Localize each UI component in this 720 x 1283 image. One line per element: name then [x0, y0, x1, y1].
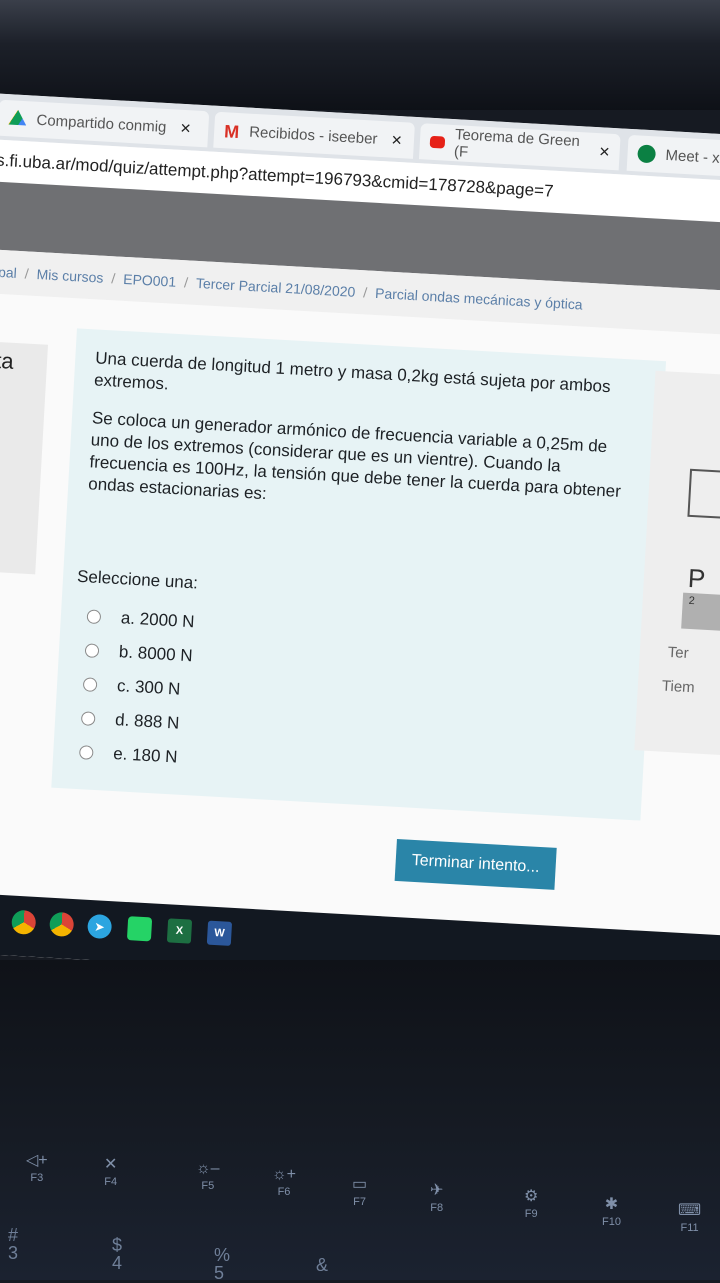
- monitor-bezel: [0, 0, 720, 110]
- breadcrumb-separator: /: [362, 284, 368, 301]
- key-number: 4: [112, 1253, 123, 1273]
- radio-button[interactable]: [84, 643, 100, 659]
- fkey-label: F9: [524, 1208, 538, 1220]
- key-f4: ✕ F4: [104, 1154, 117, 1188]
- excel-icon[interactable]: X: [166, 918, 193, 944]
- nav-card-label: Tiem: [661, 677, 696, 697]
- telegram-icon[interactable]: ➤: [86, 913, 113, 940]
- whatsapp-icon[interactable]: [126, 916, 153, 942]
- question-paragraph: Una cuerda de longitud 1 metro y masa 0,…: [93, 348, 612, 397]
- key-f11: ⌨ F11: [678, 1200, 701, 1234]
- tab-label: Teorema de Green (F: [453, 126, 581, 161]
- breadcrumb-item[interactable]: Mis cursos: [36, 266, 104, 286]
- key-symbol: &: [316, 1255, 329, 1275]
- question-info-title: nta: [0, 347, 15, 374]
- nav-card-heading: P: [687, 562, 707, 594]
- key-7: &: [316, 1256, 328, 1274]
- key-3: #3: [8, 1226, 18, 1262]
- meet-icon: [637, 144, 657, 164]
- question-box: Una cuerda de longitud 1 metro y masa 0,…: [51, 328, 667, 821]
- tab-drive[interactable]: Compartido conmig ×: [0, 99, 210, 148]
- close-icon[interactable]: ×: [599, 141, 611, 163]
- fkey-label: F5: [201, 1180, 215, 1192]
- radio-button[interactable]: [82, 677, 98, 693]
- tab-youtube[interactable]: Teorema de Green (F ×: [418, 123, 621, 171]
- close-icon[interactable]: ×: [391, 129, 403, 151]
- browser-window: Compartido conmig × M Recibidos - iseebe…: [0, 92, 720, 996]
- tab-label: Meet - x: [665, 146, 720, 167]
- volume-up-icon: ◁+: [26, 1152, 48, 1169]
- key-number: 3: [8, 1243, 19, 1263]
- answer-option-label: e. 180 N: [112, 744, 178, 767]
- nav-card-label: Ter: [667, 643, 690, 662]
- key-symbol: #: [8, 1225, 19, 1245]
- fkey-label: F6: [277, 1186, 291, 1198]
- laptop-keyboard: ◁+ F3 ✕ F4 ☼– F5 ☼+ F6 ▭ F7 ✈ F8 ⚙ F9 ✱ F10 ⌨ F11…: [0, 960, 720, 1282]
- fkey-label: F10: [602, 1216, 621, 1228]
- breadcrumb-item[interactable]: EPO001: [123, 271, 177, 290]
- google-drive-icon: [8, 109, 27, 128]
- key-f3: ◁+ F3: [26, 1150, 48, 1184]
- question-info-card: nta der no: [0, 340, 49, 575]
- gmail-icon: M: [223, 121, 240, 143]
- key-f7: ▭ F7: [352, 1174, 367, 1208]
- question-text: Una cuerda de longitud 1 metro y masa 0,…: [87, 347, 640, 541]
- fkey-label: F11: [680, 1222, 699, 1234]
- tab-label: Recibidos - iseeber: [248, 123, 378, 148]
- keyboard-icon: ⌨: [678, 1202, 702, 1219]
- breadcrumb-separator: /: [183, 274, 189, 291]
- quiz-content: nta der no Una cuerda de longitud 1 metr…: [0, 291, 720, 936]
- answer-option-label: a. 2000 N: [120, 608, 196, 632]
- key-f10: ✱ F10: [602, 1194, 621, 1228]
- youtube-icon: [429, 135, 445, 149]
- breadcrumb-separator: /: [24, 265, 30, 282]
- radio-button[interactable]: [78, 745, 94, 760]
- close-icon[interactable]: ×: [180, 117, 192, 139]
- tab-gmail[interactable]: M Recibidos - iseeber ×: [213, 111, 415, 159]
- chrome-icon[interactable]: [11, 909, 37, 935]
- tab-meet[interactable]: Meet - x: [626, 134, 720, 180]
- brightness-down-icon: ☼–: [196, 1160, 220, 1177]
- answer-block: Seleccione una: a. 2000 N b. 8000 N c. 3…: [66, 567, 477, 791]
- fkey-label: F7: [353, 1196, 366, 1208]
- tab-label: Compartido conmig: [36, 111, 167, 136]
- answer-option-label: b. 8000 N: [118, 642, 194, 666]
- mic-mute-icon: ✕: [104, 1156, 118, 1173]
- fkey-label: F4: [104, 1176, 118, 1188]
- key-symbol: %: [214, 1245, 231, 1265]
- question-nav-button[interactable]: [687, 468, 720, 520]
- key-f5: ☼– F5: [196, 1160, 220, 1192]
- fkey-label: F3: [30, 1172, 44, 1184]
- breadcrumb-item[interactable]: cipal: [0, 263, 17, 281]
- question-paragraph: Se coloca un generador armónico de frecu…: [87, 408, 622, 504]
- key-f8: ✈ F8: [430, 1180, 443, 1214]
- bluetooth-icon: ✱: [604, 1196, 619, 1213]
- radio-button[interactable]: [80, 711, 96, 726]
- answer-option-label: d. 888 N: [114, 710, 180, 733]
- word-icon[interactable]: W: [206, 920, 233, 946]
- answer-option-label: c. 300 N: [116, 676, 181, 699]
- brightness-up-icon: ☼+: [272, 1166, 297, 1183]
- key-f6: ☼+ F6: [272, 1166, 296, 1198]
- display-icon: ▭: [352, 1176, 368, 1193]
- finish-attempt-button[interactable]: Terminar intento...: [394, 838, 557, 890]
- breadcrumb-item[interactable]: Tercer Parcial 21/08/2020: [196, 275, 356, 300]
- key-4: $4: [112, 1236, 122, 1272]
- key-number: 5: [214, 1263, 225, 1283]
- breadcrumb-item[interactable]: Parcial ondas mecánicas y óptica: [375, 285, 583, 313]
- breadcrumb-separator: /: [110, 270, 116, 287]
- fkey-label: F8: [430, 1202, 444, 1214]
- key-5: % 5: [214, 1246, 230, 1282]
- settings-icon: ⚙: [524, 1188, 539, 1205]
- key-f9: ⚙ F9: [524, 1186, 538, 1220]
- airplane-mode-icon: ✈: [430, 1182, 444, 1199]
- question-nav-button[interactable]: 2: [681, 592, 720, 631]
- key-symbol: $: [112, 1235, 123, 1255]
- chrome-icon[interactable]: [49, 911, 75, 938]
- radio-button[interactable]: [86, 609, 102, 625]
